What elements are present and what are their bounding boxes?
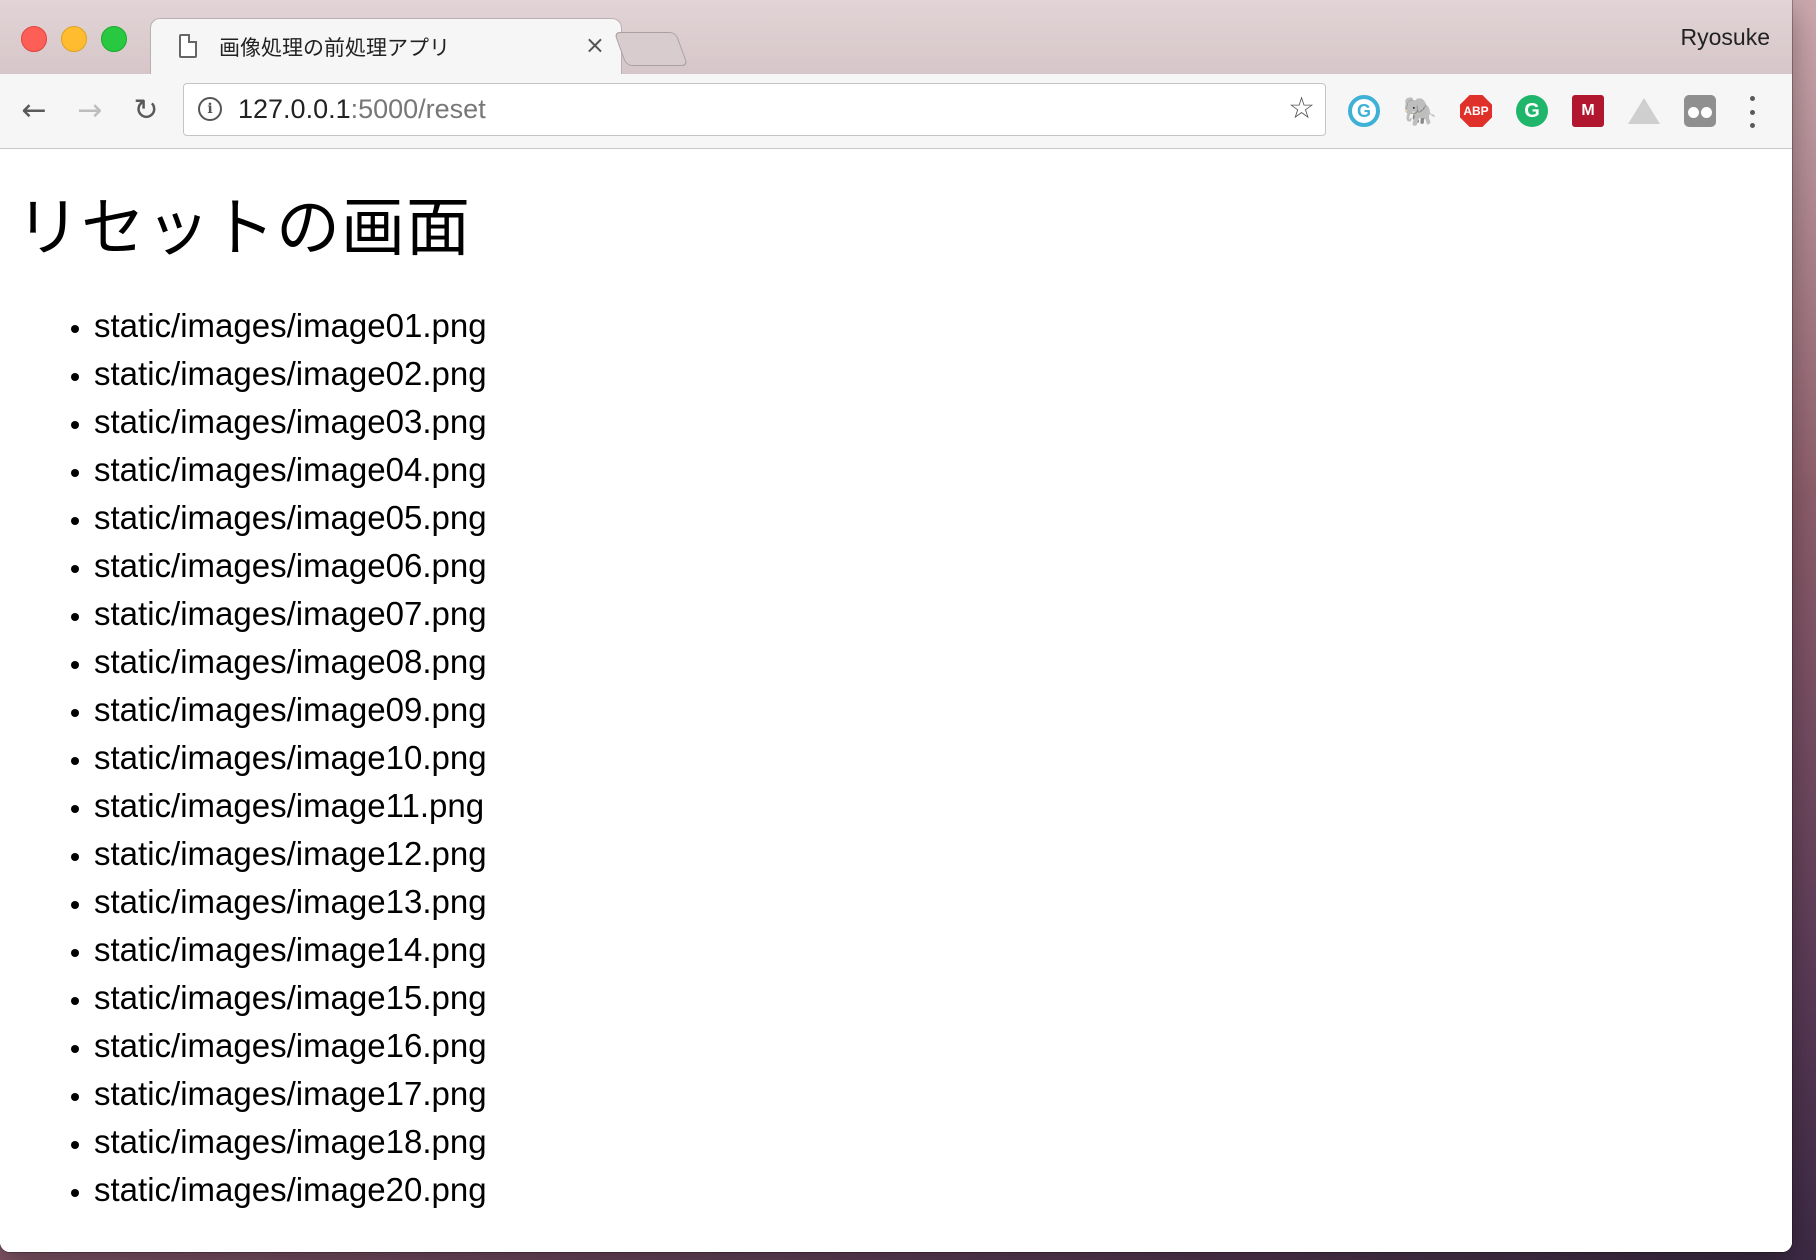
list-item: static/images/image08.png (94, 638, 487, 686)
adblock-plus-icon[interactable]: ABP (1460, 95, 1492, 127)
list-item: static/images/image06.png (94, 542, 487, 590)
page-content: リセットの画面 static/images/image01.pngstatic/… (0, 149, 1792, 1252)
close-window-button[interactable] (21, 26, 47, 52)
new-tab-button[interactable] (613, 32, 689, 66)
list-item: static/images/image12.png (94, 830, 487, 878)
list-item: static/images/image16.png (94, 1022, 487, 1070)
more-menu-icon[interactable] (1742, 92, 1762, 132)
list-item: static/images/image04.png (94, 446, 487, 494)
minimize-window-button[interactable] (61, 26, 87, 52)
grammarly-green-icon[interactable]: G (1516, 95, 1548, 127)
address-bar[interactable]: i 127.0.0.1:5000/reset ☆ (183, 83, 1326, 136)
tab-title: 画像処理の前処理アプリ (219, 36, 450, 60)
list-item: static/images/image17.png (94, 1070, 487, 1118)
back-icon[interactable]: ← (14, 90, 54, 130)
url-host: 127.0.0.1 (238, 94, 351, 124)
bookmark-star-icon[interactable]: ☆ (1288, 92, 1315, 126)
reload-icon[interactable]: ↻ (126, 90, 166, 130)
list-item: static/images/image09.png (94, 686, 487, 734)
google-drive-icon[interactable] (1628, 95, 1660, 127)
list-item: static/images/image03.png (94, 398, 487, 446)
list-item: static/images/image15.png (94, 974, 487, 1022)
browser-window: 画像処理の前処理アプリ × Ryosuke ← → ↻ i 127.0.0.1:… (0, 0, 1792, 1252)
list-item: static/images/image13.png (94, 878, 487, 926)
info-icon[interactable]: i (198, 97, 222, 121)
image-list: static/images/image01.pngstatic/images/i… (46, 302, 487, 1214)
forward-icon[interactable]: → (70, 90, 110, 130)
list-item: static/images/image07.png (94, 590, 487, 638)
list-item: static/images/image20.png (94, 1166, 487, 1214)
list-item: static/images/image11.png (94, 782, 487, 830)
grammarly-icon[interactable]: G (1348, 95, 1380, 127)
list-item: static/images/image18.png (94, 1118, 487, 1166)
tab-active[interactable]: 画像処理の前処理アプリ × (150, 18, 622, 76)
browser-toolbar: ← → ↻ i 127.0.0.1:5000/reset ☆ G 🐘 ABP G… (0, 74, 1792, 149)
list-item: static/images/image02.png (94, 350, 487, 398)
page-icon (179, 34, 197, 58)
url-path: :5000/reset (350, 94, 486, 124)
maximize-window-button[interactable] (101, 26, 127, 52)
url-text[interactable]: 127.0.0.1:5000/reset (238, 94, 486, 125)
list-item: static/images/image14.png (94, 926, 487, 974)
incognito-glasses-icon[interactable] (1684, 95, 1716, 127)
evernote-icon[interactable]: 🐘 (1403, 95, 1438, 127)
mendeley-icon[interactable]: M (1572, 95, 1604, 127)
tab-close-icon[interactable]: × (585, 31, 605, 59)
title-bar: 画像処理の前処理アプリ × Ryosuke (0, 0, 1792, 76)
profile-name[interactable]: Ryosuke (1681, 24, 1770, 51)
list-item: static/images/image05.png (94, 494, 487, 542)
list-item: static/images/image01.png (94, 302, 487, 350)
list-item: static/images/image10.png (94, 734, 487, 782)
page-title: リセットの画面 (16, 192, 471, 266)
